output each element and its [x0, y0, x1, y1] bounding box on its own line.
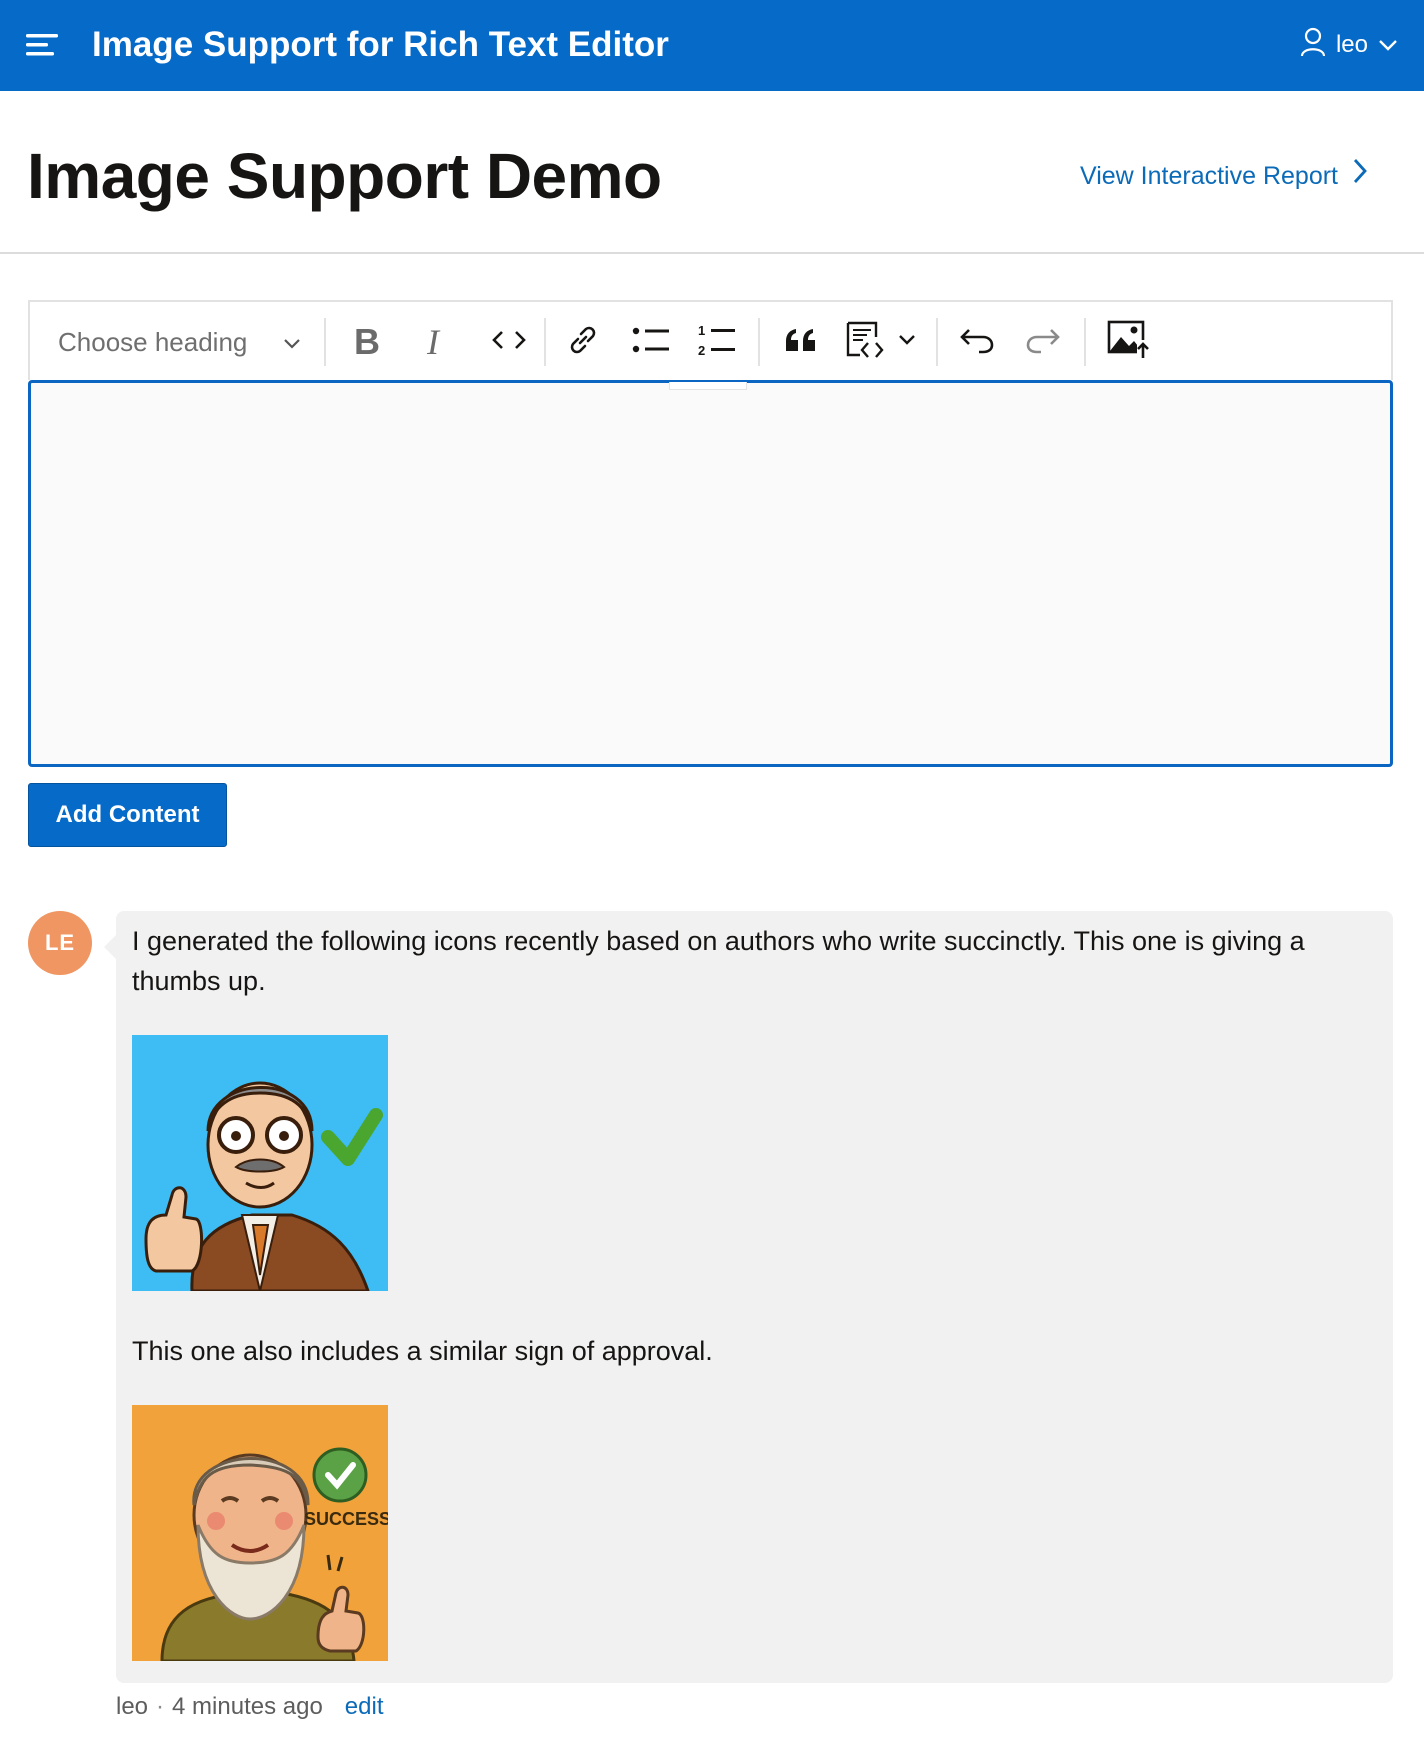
image-upload-icon	[1107, 320, 1149, 365]
edit-link[interactable]: edit	[345, 1693, 384, 1721]
success-text: SUCCESS!	[304, 1509, 388, 1529]
menu-icon[interactable]	[24, 27, 62, 63]
code-block-button[interactable]	[840, 316, 920, 368]
undo-button[interactable]	[950, 316, 1004, 368]
block-quote-button[interactable]	[774, 316, 828, 368]
report-link-label: View Interactive Report	[1080, 161, 1338, 190]
bulleted-list-button[interactable]	[624, 316, 678, 368]
bold-icon: B	[354, 321, 380, 362]
comment-time: 4 minutes ago	[172, 1693, 323, 1720]
editor-toolbar: Choose heading B I 1 2	[28, 300, 1393, 380]
comment-meta: leo · 4 minutes ago edit	[116, 1693, 384, 1721]
heading-dropdown[interactable]: Choose heading	[46, 319, 314, 365]
block-quote-icon	[784, 327, 818, 358]
code-block-icon	[844, 319, 886, 366]
add-content-button[interactable]: Add Content	[28, 783, 227, 847]
bulleted-list-icon	[632, 325, 670, 360]
numbered-list-button[interactable]: 12	[690, 316, 744, 368]
toolbar-separator	[544, 318, 546, 366]
redo-icon	[1025, 326, 1061, 359]
redo-button[interactable]	[1016, 316, 1070, 368]
chevron-down-icon	[898, 333, 916, 351]
italic-button[interactable]: I	[408, 316, 458, 368]
undo-icon	[959, 326, 995, 359]
user-name: leo	[1335, 31, 1368, 58]
comment-image-thumbs-up	[132, 1035, 388, 1291]
toolbar-separator	[1084, 318, 1086, 366]
page-title-region: Image Support Demo View Interactive Repo…	[0, 91, 1424, 254]
chevron-right-icon	[1352, 157, 1368, 194]
svg-text:1: 1	[698, 323, 705, 338]
code-icon	[492, 329, 526, 356]
meta-separator: ·	[156, 1693, 165, 1720]
comment-paragraph: I generated the following icons recently…	[132, 926, 1305, 996]
svg-text:2: 2	[698, 343, 705, 357]
bold-button[interactable]: B	[342, 316, 392, 368]
user-icon	[1300, 27, 1326, 64]
avatar: LE	[28, 911, 92, 975]
app-title: Image Support for Rich Text Editor	[92, 25, 669, 64]
link-icon	[567, 324, 599, 361]
app-header: Image Support for Rich Text Editor leo	[0, 0, 1424, 91]
toolbar-separator	[936, 318, 938, 366]
user-menu[interactable]: leo	[1300, 24, 1398, 66]
numbered-list-icon: 12	[698, 323, 736, 362]
comment-bubble-tail	[104, 935, 116, 959]
toolbar-separator	[758, 318, 760, 366]
italic-icon: I	[427, 322, 439, 362]
chevron-down-icon	[1378, 31, 1398, 59]
rich-text-editor: Choose heading B I 1 2	[28, 300, 1393, 767]
link-button[interactable]	[558, 316, 608, 368]
view-interactive-report-link[interactable]: View Interactive Report	[1080, 157, 1368, 194]
code-button[interactable]	[482, 316, 536, 368]
image-upload-button[interactable]	[1100, 316, 1156, 368]
comment-author: leo	[116, 1693, 149, 1720]
comment-image-success: SUCCESS!	[132, 1405, 388, 1661]
editor-drag-handle[interactable]	[669, 382, 747, 390]
chevron-down-icon	[282, 327, 302, 358]
comment-paragraph: This one also includes a similar sign of…	[132, 1336, 713, 1366]
editor-content-area[interactable]	[28, 380, 1393, 767]
toolbar-separator	[324, 318, 326, 366]
comment-bubble: I generated the following icons recently…	[116, 911, 1393, 1683]
heading-placeholder: Choose heading	[58, 326, 248, 357]
page-title: Image Support Demo	[27, 140, 662, 212]
